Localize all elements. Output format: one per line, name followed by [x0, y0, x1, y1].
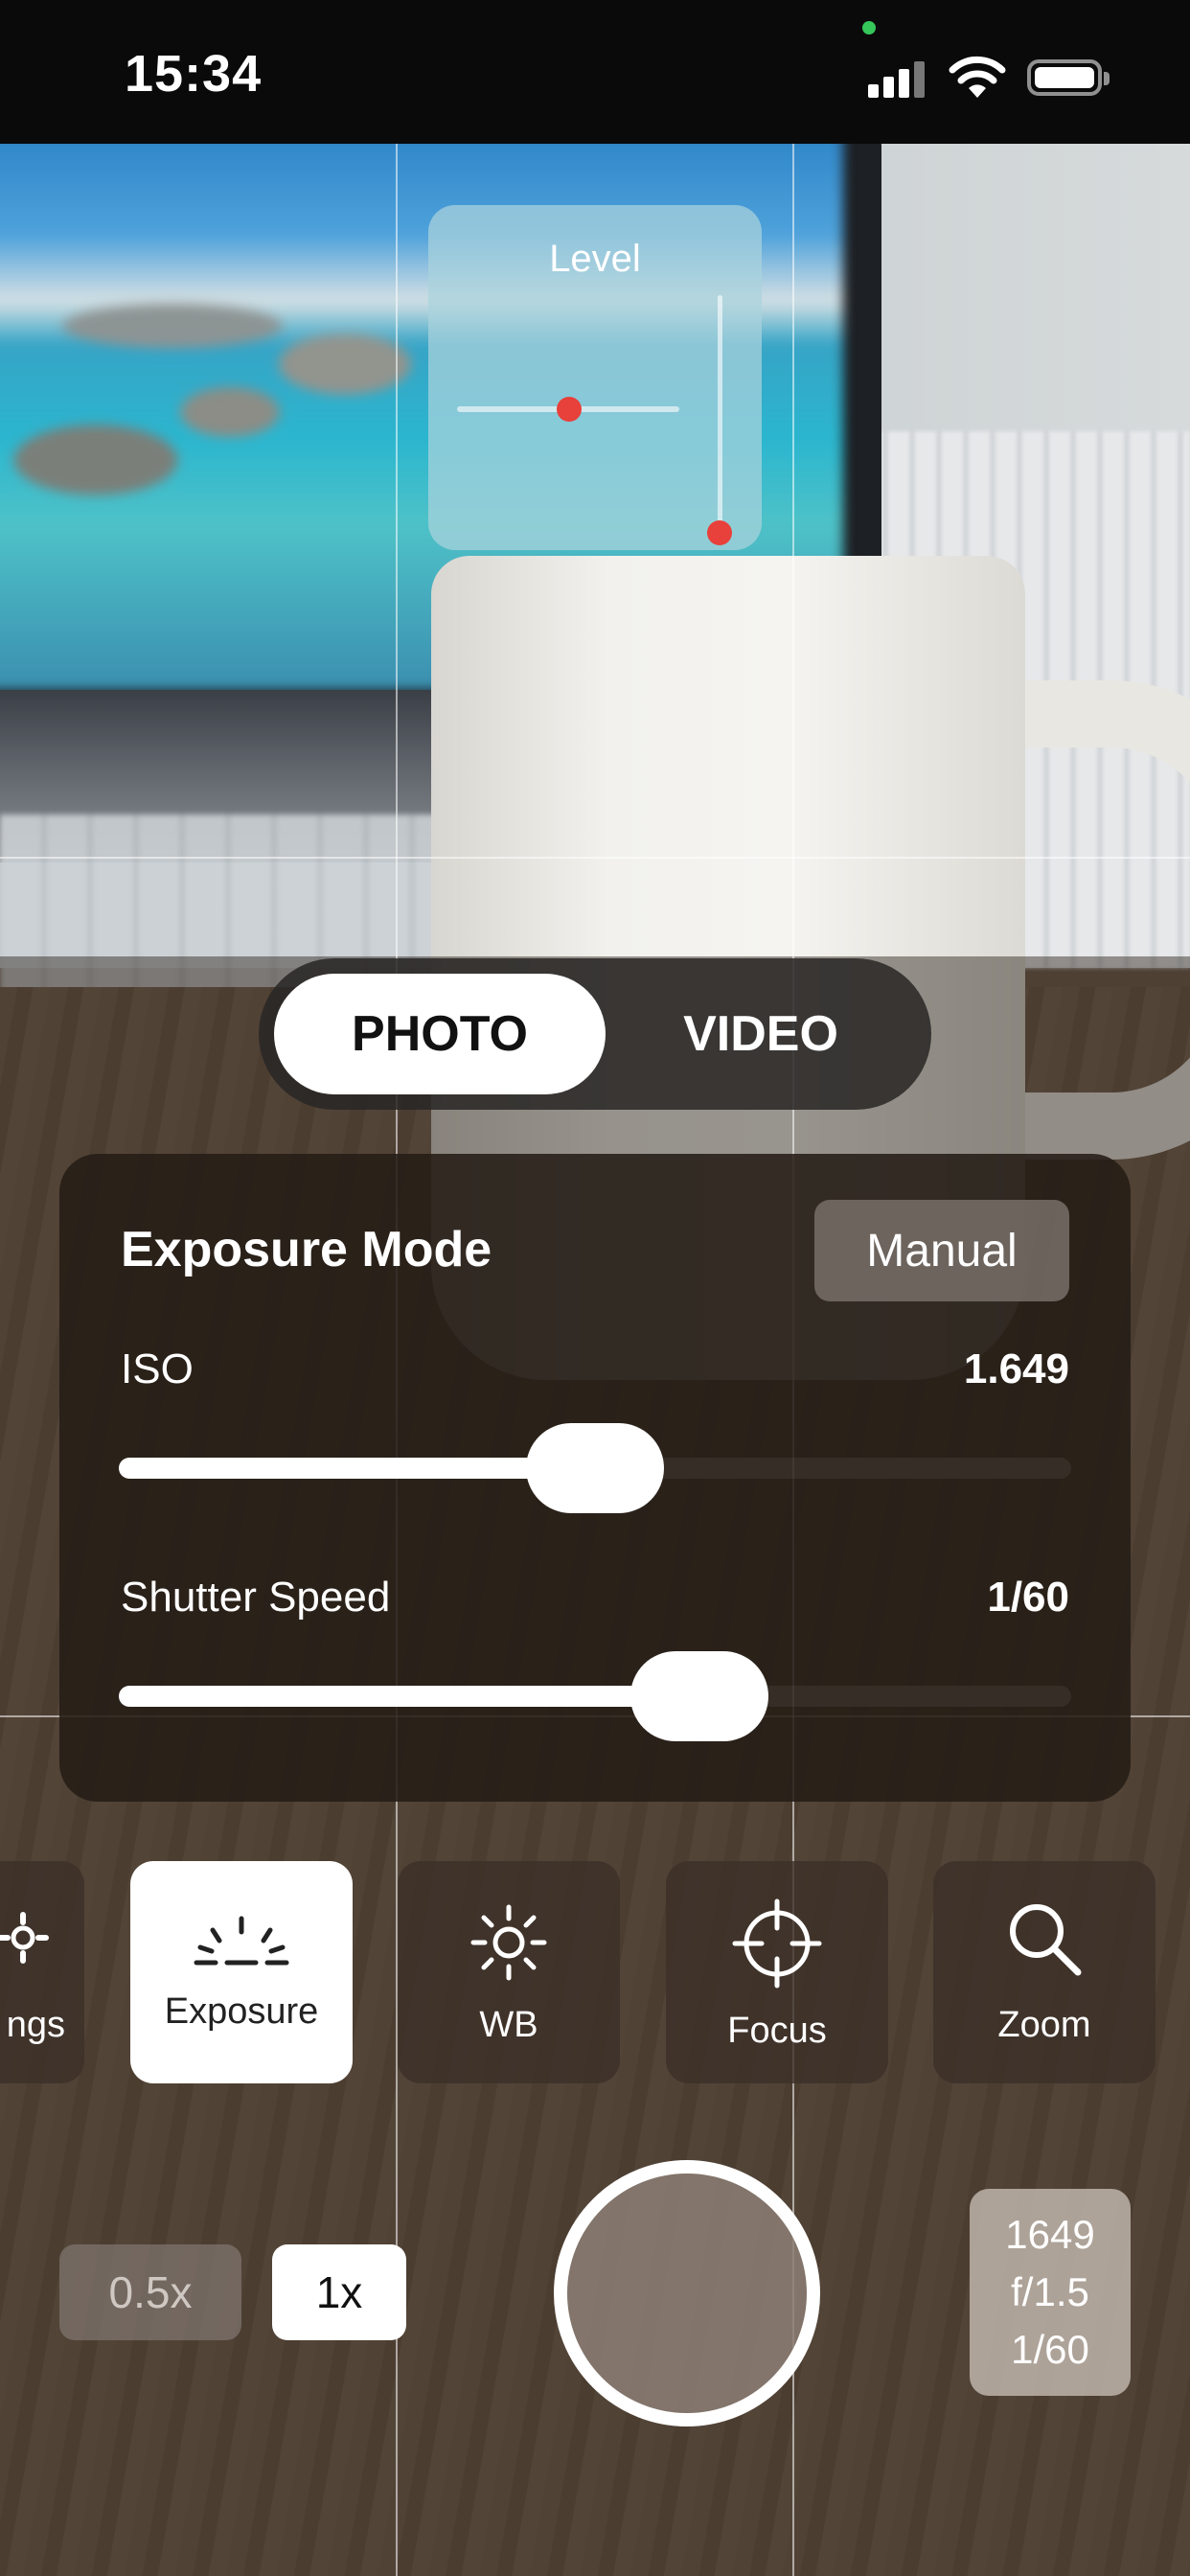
- info-iso: 1649: [1005, 2212, 1095, 2257]
- iso-value: 1.649: [963, 1346, 1069, 1392]
- sun-icon: [470, 1904, 547, 1981]
- iso-slider-thumb[interactable]: [526, 1423, 664, 1513]
- settings-icon: [0, 1912, 49, 1964]
- iso-slider-fill: [119, 1458, 595, 1479]
- tool-wb-label: WB: [479, 2005, 538, 2045]
- level-horizontal-indicator: [557, 397, 582, 422]
- zoom-1x-button[interactable]: 1x: [272, 2244, 406, 2340]
- exposure-mode-manual-button[interactable]: Manual: [814, 1200, 1069, 1301]
- battery-icon: [1027, 59, 1110, 96]
- exposure-panel: Exposure Mode Manual ISO 1.649 Shutter S…: [59, 1154, 1131, 1802]
- exposure-icon: [194, 1916, 289, 1966]
- tool-settings-label: ngs: [6, 2005, 65, 2045]
- wifi-icon: [949, 56, 1006, 98]
- status-bar: 15:34: [0, 0, 1190, 144]
- magnifier-icon: [1010, 1904, 1082, 1976]
- tool-focus-button[interactable]: Focus: [666, 1861, 888, 2083]
- exposure-info-box[interactable]: 1649 f/1.5 1/60: [970, 2189, 1131, 2396]
- tool-exposure-label: Exposure: [164, 1991, 319, 2032]
- video-mode-button[interactable]: VIDEO: [606, 974, 916, 1094]
- capture-mode-toggle: PHOTO VIDEO: [259, 958, 931, 1110]
- info-shutter: 1/60: [1011, 2327, 1089, 2372]
- level-vertical-indicator: [707, 520, 732, 545]
- shutter-speed-slider-fill: [119, 1686, 700, 1707]
- level-vertical-track: [718, 295, 722, 525]
- tool-focus-label: Focus: [727, 2011, 827, 2051]
- shutter-speed-label: Shutter Speed: [121, 1574, 391, 1621]
- info-aperture: f/1.5: [1011, 2269, 1089, 2314]
- camera-screen: 15:34 Level PHOTO VIDEO Exposure Mode Ma…: [0, 0, 1190, 2576]
- tool-zoom-label: Zoom: [997, 2005, 1091, 2045]
- level-widget: Level: [428, 205, 762, 550]
- status-time: 15:34: [125, 45, 263, 103]
- level-title: Level: [549, 238, 641, 280]
- shutter-speed-slider[interactable]: [119, 1686, 1071, 1707]
- tool-wb-button[interactable]: WB: [398, 1861, 620, 2083]
- grid-line-horizontal-1: [0, 857, 1190, 859]
- crosshair-icon: [732, 1898, 822, 1989]
- tool-exposure-button[interactable]: Exposure: [130, 1861, 353, 2083]
- shutter-speed-value: 1/60: [987, 1574, 1069, 1621]
- zoom-0-5x-button[interactable]: 0.5x: [59, 2244, 241, 2340]
- cellular-signal-icon: [868, 59, 929, 98]
- tool-zoom-button[interactable]: Zoom: [933, 1861, 1156, 2083]
- iso-label: ISO: [121, 1346, 194, 1392]
- exposure-mode-title: Exposure Mode: [121, 1222, 492, 1277]
- tool-settings-button[interactable]: ngs: [0, 1861, 84, 2083]
- photo-mode-button[interactable]: PHOTO: [274, 974, 606, 1094]
- shutter-speed-slider-thumb[interactable]: [630, 1651, 769, 1741]
- green-indicator-dot: [862, 21, 876, 34]
- shutter-button[interactable]: [554, 2160, 820, 2426]
